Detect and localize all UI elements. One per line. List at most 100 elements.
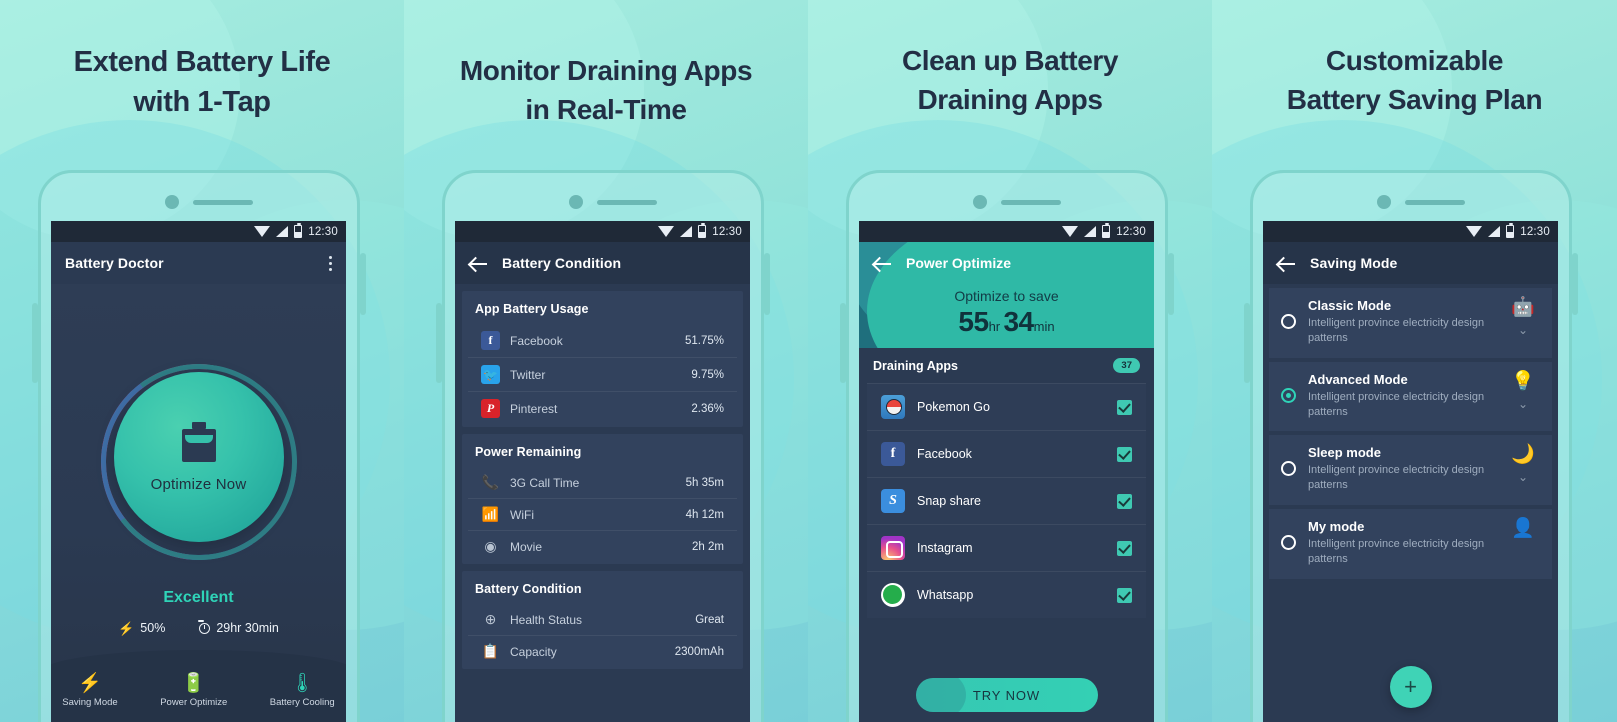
row-value: 2300mAh [674, 645, 724, 658]
mode-option-sleep[interactable]: Sleep mode Intelligent province electric… [1269, 435, 1552, 506]
optimize-now-label: Optimize Now [150, 475, 247, 493]
mode-title: My mode [1308, 519, 1365, 535]
list-item[interactable]: f Facebook [867, 430, 1146, 477]
app-title: Power Optimize [906, 255, 1012, 271]
try-now-button[interactable]: TRY NOW [915, 678, 1098, 712]
list-item[interactable]: Pokemon Go [867, 383, 1146, 430]
status-bar-time: 12:30 [308, 225, 338, 238]
table-row[interactable]: ◉ Movie 2h 2m [468, 530, 737, 562]
table-row[interactable]: 📶 WiFi 4h 12m [468, 498, 737, 530]
mode-option-my-mode[interactable]: My mode Intelligent province electricity… [1269, 509, 1552, 579]
app-bar: Saving Mode [1263, 242, 1558, 284]
speaker-grille [597, 200, 657, 205]
back-arrow-icon[interactable] [1277, 254, 1296, 273]
app-checkbox[interactable] [1117, 399, 1132, 415]
phone-screen: 12:30 Saving Mode Classic Mode Intellige… [1263, 221, 1558, 722]
nav-item-power-optimize[interactable]: 🔋 Power Optimize [160, 674, 227, 708]
app-name: Whatsapp [917, 588, 974, 602]
mode-text: Advanced Mode Intelligent province elect… [1308, 372, 1494, 420]
table-row[interactable]: 📞 3G Call Time 5h 35m [468, 467, 737, 498]
back-arrow-icon[interactable] [469, 254, 488, 273]
mode-radio[interactable] [1281, 387, 1296, 403]
chevron-down-icon[interactable]: ⌄ [1518, 471, 1528, 483]
chevron-down-icon[interactable]: ⌄ [1518, 324, 1528, 336]
status-bar: 12:30 [455, 221, 750, 242]
nav-label: Power Optimize [160, 697, 228, 708]
list-item[interactable]: Whatsapp [867, 571, 1146, 618]
status-icons [254, 222, 303, 238]
power-button [1168, 253, 1174, 315]
section-title: Battery Condition [475, 582, 582, 596]
status-icons [1062, 222, 1111, 238]
table-row[interactable]: 📋 Capacity 2300mAh [468, 635, 737, 667]
camera-icon [569, 195, 583, 209]
app-name: Snap share [917, 494, 981, 508]
mode-text: My mode Intelligent province electricity… [1308, 519, 1494, 567]
overflow-menu-icon[interactable] [329, 255, 332, 271]
person-icon: 👤 [1511, 518, 1535, 540]
lightbulb-icon: 💡 [1511, 370, 1535, 392]
battery-icon [698, 222, 707, 238]
phone-screen: 12:30 Power Optimize Optimize to save 55… [859, 221, 1154, 722]
row-name: Facebook [510, 333, 563, 348]
table-row[interactable]: ⊕ Health Status Great [468, 604, 737, 635]
row-name: Pinterest [510, 401, 558, 416]
mode-radio[interactable] [1281, 461, 1296, 477]
mode-title: Classic Mode [1308, 298, 1392, 313]
add-mode-button[interactable]: + [1389, 666, 1432, 708]
back-arrow-icon[interactable] [873, 254, 892, 273]
wifi-icon [1062, 226, 1079, 237]
whatsapp-icon [881, 583, 905, 607]
hero-content: Optimize to save 55hr 34min [859, 288, 1154, 338]
section-title: App Battery Usage [475, 302, 589, 316]
signal-icon [680, 226, 693, 237]
nav-item-battery-cooling[interactable]: 🌡 Battery Cooling [270, 674, 335, 708]
list-item[interactable]: S Snap share [867, 477, 1146, 524]
mode-desc: Intelligent province electricity design … [1308, 464, 1485, 492]
chevron-down-icon[interactable]: ⌄ [1518, 398, 1528, 410]
hero-minutes-unit: min [1033, 319, 1055, 334]
twitter-icon: 🐦 [481, 365, 500, 384]
app-checkbox[interactable] [1117, 587, 1132, 603]
row-value: 5h 35m [685, 476, 724, 489]
panel-headline: Clean up Battery Draining Apps [901, 45, 1119, 115]
volume-button [436, 303, 442, 383]
mode-title: Advanced Mode [1308, 371, 1408, 387]
mode-option-classic[interactable]: Classic Mode Intelligent province electr… [1269, 288, 1552, 358]
app-title: Saving Mode [1310, 255, 1398, 271]
phone-screen: 12:30 Battery Doctor Optimize Now Excell… [51, 221, 346, 722]
phone-3g-icon: 📞 [481, 474, 500, 490]
mode-option-advanced[interactable]: Advanced Mode Intelligent province elect… [1269, 361, 1552, 432]
row-name: Capacity [510, 644, 557, 659]
metric-charge: ⚡ 50% [118, 621, 165, 635]
volume-button [32, 303, 38, 383]
app-checkbox[interactable] [1117, 493, 1132, 509]
mode-radio[interactable] [1281, 314, 1296, 329]
draining-apps-header: Draining Apps 37 [859, 348, 1154, 383]
row-name: Twitter [510, 367, 546, 382]
screenshot-stage: Extend Battery Life with 1-Tap 12:30 Bat… [0, 0, 1617, 722]
app-checkbox[interactable] [1117, 446, 1132, 462]
panel-headline: Extend Battery Life with 1-Tap [73, 46, 331, 119]
status-bar-time: 12:30 [1116, 225, 1146, 238]
sliders-bolt-icon: ⚡ [78, 673, 102, 694]
nav-item-saving-mode[interactable]: ⚡ Saving Mode [62, 674, 117, 708]
mode-desc: Intelligent province electricity design … [1308, 317, 1485, 344]
signal-icon [1488, 226, 1501, 237]
metric-time: 29hr 30min [198, 619, 279, 635]
optimize-now-button[interactable]: Optimize Now [113, 372, 284, 542]
power-button [360, 253, 366, 315]
table-row[interactable]: f Facebook 51.75% [468, 324, 737, 357]
table-row[interactable]: 🐦 Twitter 9.75% [468, 357, 737, 391]
app-bar: Power Optimize [859, 242, 1154, 284]
section-app-battery-usage: App Battery Usage f Facebook 51.75% 🐦 Tw… [462, 291, 743, 427]
snapshare-icon: S [881, 489, 905, 513]
volume-button [1244, 303, 1250, 383]
panel-clean-up-draining-apps: Clean up Battery Draining Apps 12:30 Pow… [808, 0, 1212, 722]
row-name: Health Status [510, 612, 583, 627]
app-checkbox[interactable] [1117, 540, 1132, 556]
list-item[interactable]: Instagram [867, 524, 1146, 571]
table-row[interactable]: P Pinterest 2.36% [468, 391, 737, 425]
mode-radio[interactable] [1281, 535, 1296, 551]
section-power-remaining: Power Remaining 📞 3G Call Time 5h 35m 📶 … [462, 434, 743, 564]
